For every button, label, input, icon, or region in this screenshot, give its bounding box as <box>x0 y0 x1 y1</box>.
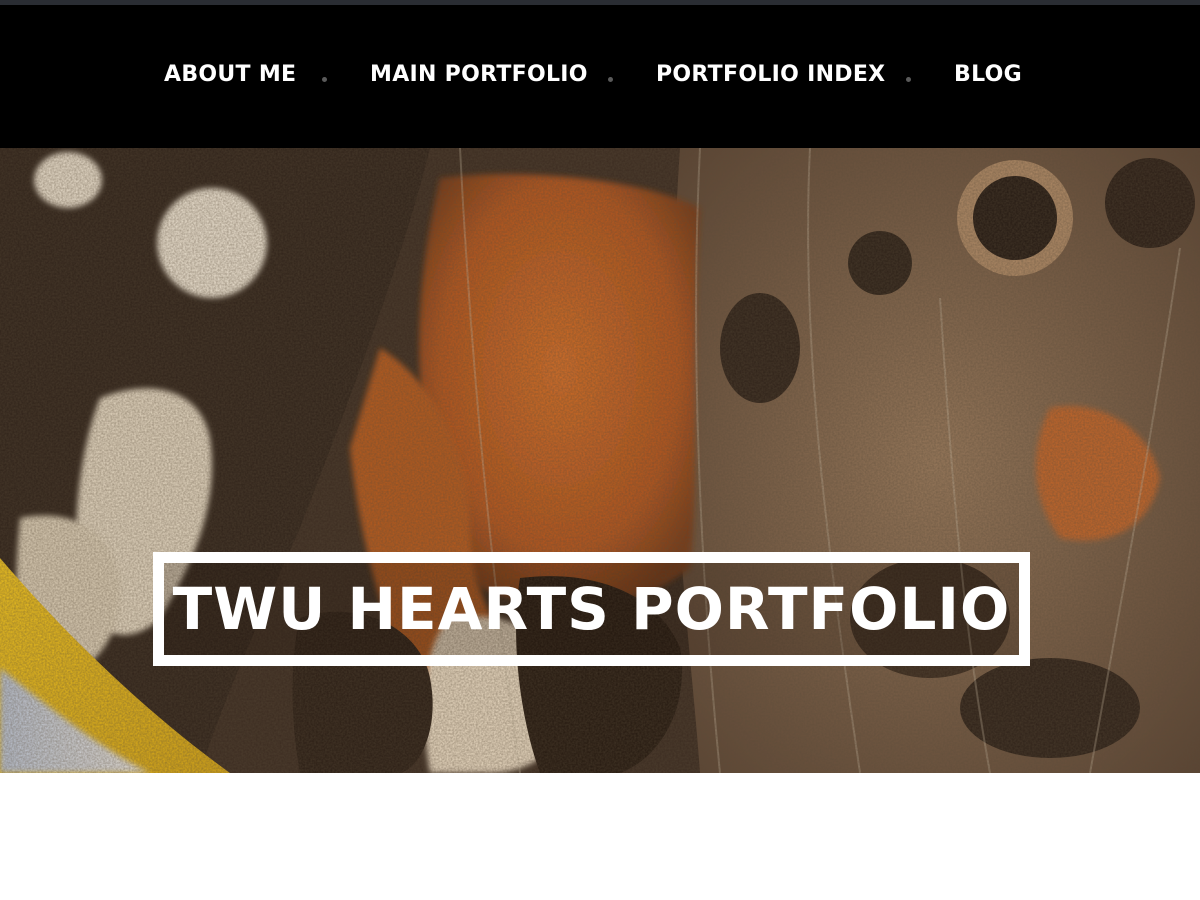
site-title[interactable]: TWU HEARTS PORTFOLIO <box>164 563 1019 655</box>
main-navigation: ABOUT ME MAIN PORTFOLIO PORTFOLIO INDEX … <box>0 5 1200 148</box>
site-title-frame: TWU HEARTS PORTFOLIO <box>153 552 1030 666</box>
nav-separator-dot <box>322 77 327 82</box>
nav-item-portfolio-index[interactable]: PORTFOLIO INDEX <box>656 59 885 91</box>
page-content-area <box>0 773 1200 900</box>
nav-separator-dot <box>608 77 613 82</box>
nav-menu: ABOUT ME MAIN PORTFOLIO PORTFOLIO INDEX … <box>0 5 1200 148</box>
nav-item-blog[interactable]: BLOG <box>954 59 1022 91</box>
nav-separator-dot <box>906 77 911 82</box>
nav-item-main-portfolio[interactable]: MAIN PORTFOLIO <box>370 59 588 91</box>
nav-item-about-me[interactable]: ABOUT ME <box>164 59 296 91</box>
butterfly-wing-photo <box>0 148 1200 773</box>
hero-banner: TWU HEARTS PORTFOLIO <box>0 148 1200 773</box>
